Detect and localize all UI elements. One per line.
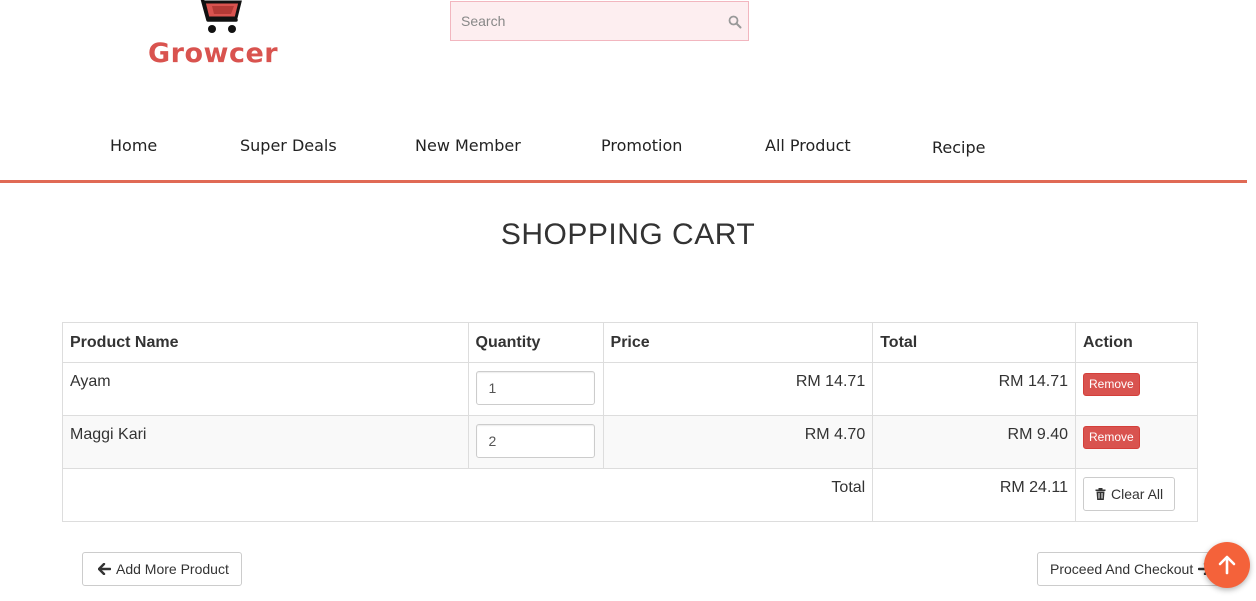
nav-divider xyxy=(0,180,1247,183)
nav-home[interactable]: Home xyxy=(110,136,157,155)
product-name: Maggi Kari xyxy=(62,415,469,469)
column-header-quantity: Quantity xyxy=(467,322,604,363)
brand-logo[interactable]: Growcer xyxy=(146,0,288,74)
arrow-left-icon xyxy=(98,563,111,575)
clear-all-button[interactable]: Clear All xyxy=(1083,477,1176,511)
proceed-checkout-label: Proceed And Checkout xyxy=(1050,561,1194,577)
column-header-action: Action xyxy=(1075,322,1198,363)
column-header-product: Product Name xyxy=(62,322,469,363)
nav-new-member[interactable]: New Member xyxy=(415,136,521,155)
total-cell: RM 14.71 xyxy=(872,362,1076,416)
add-more-product-label: Add More Product xyxy=(116,561,229,577)
grand-total-value: RM 24.11 xyxy=(872,468,1076,522)
trash-icon xyxy=(1095,488,1106,500)
add-more-product-button[interactable]: Add More Product xyxy=(82,552,242,586)
column-header-total: Total xyxy=(872,322,1076,363)
nav-promotion[interactable]: Promotion xyxy=(601,136,682,155)
brand-name: Growcer xyxy=(148,38,279,69)
column-header-price: Price xyxy=(602,322,874,363)
nav-all-product[interactable]: All Product xyxy=(765,136,851,155)
quantity-cell xyxy=(467,362,604,416)
table-row: Ayam RM 14.71 RM 14.71 Remove xyxy=(62,362,1198,416)
clear-all-cell: Clear All xyxy=(1075,468,1198,522)
quantity-input[interactable] xyxy=(475,371,595,405)
grand-total-label: Total xyxy=(61,468,874,522)
page-title: SHOPPING CART xyxy=(500,218,756,251)
shopping-cart-icon xyxy=(200,0,242,33)
clear-all-label: Clear All xyxy=(1111,486,1164,502)
scroll-to-top-button[interactable] xyxy=(1204,542,1250,588)
price-cell: RM 4.70 xyxy=(602,415,874,469)
search-icon[interactable] xyxy=(728,15,742,29)
action-cell: Remove xyxy=(1075,362,1198,416)
arrow-up-icon xyxy=(1218,555,1236,575)
table-header-row: Product Name Quantity Price Total Action xyxy=(62,322,1198,363)
nav-recipe[interactable]: Recipe xyxy=(932,138,985,157)
nav-super-deals[interactable]: Super Deals xyxy=(240,136,337,155)
cart-table: Product Name Quantity Price Total Action… xyxy=(61,322,1198,522)
price-cell: RM 14.71 xyxy=(602,362,874,416)
search-box xyxy=(450,1,749,41)
total-cell: RM 9.40 xyxy=(872,415,1076,469)
search-input[interactable] xyxy=(451,2,748,40)
quantity-input[interactable] xyxy=(475,424,595,458)
summary-row: Total RM 24.11 Clear All xyxy=(61,468,1198,522)
action-cell: Remove xyxy=(1075,415,1198,469)
table-row: Maggi Kari RM 4.70 RM 9.40 Remove xyxy=(62,415,1198,469)
product-name: Ayam xyxy=(62,362,469,416)
quantity-cell xyxy=(467,415,604,469)
remove-button[interactable]: Remove xyxy=(1083,373,1140,396)
remove-button[interactable]: Remove xyxy=(1083,426,1140,449)
